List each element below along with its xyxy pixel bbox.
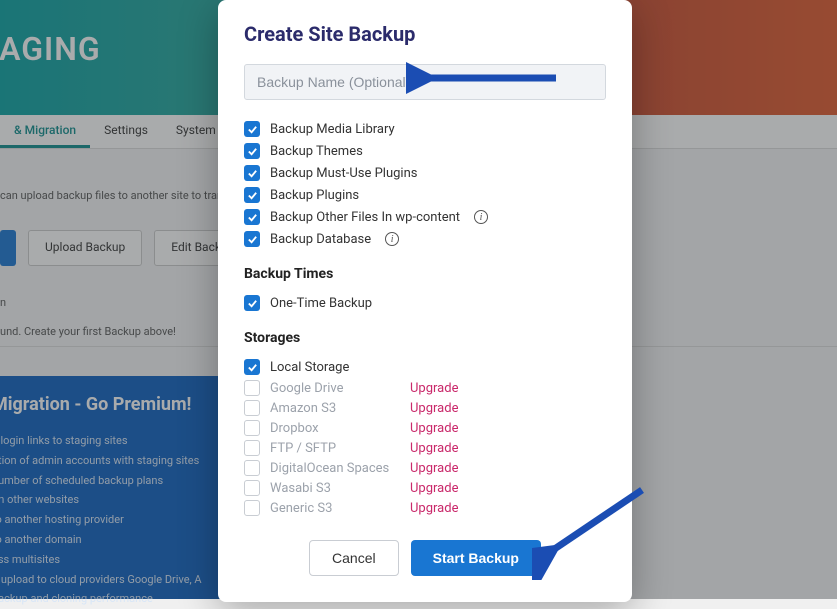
- check-label: Backup Other Files In wp-content: [270, 210, 460, 225]
- checkbox-icon: [244, 440, 260, 456]
- backup-times-heading: Backup Times: [244, 266, 606, 282]
- upgrade-link[interactable]: Upgrade: [410, 481, 458, 496]
- check-plugins[interactable]: Backup Plugins: [244, 184, 606, 206]
- check-label: One-Time Backup: [270, 296, 372, 311]
- checkbox-icon: [244, 480, 260, 496]
- upgrade-link[interactable]: Upgrade: [410, 381, 458, 396]
- check-other-files[interactable]: Backup Other Files In wp-content i: [244, 206, 606, 228]
- storage-amazon-s3: Amazon S3 Upgrade: [244, 398, 606, 418]
- checkbox-icon: [244, 187, 260, 203]
- check-label: Backup Plugins: [270, 188, 359, 203]
- backup-name-input[interactable]: [244, 64, 606, 100]
- check-local-storage[interactable]: Local Storage: [244, 356, 606, 378]
- start-backup-button[interactable]: Start Backup: [411, 540, 541, 576]
- checkbox-icon: [244, 359, 260, 375]
- checkbox-icon: [244, 400, 260, 416]
- checkbox-icon: [244, 231, 260, 247]
- checkbox-icon: [244, 143, 260, 159]
- modal-title: Create Site Backup: [244, 22, 606, 46]
- check-one-time[interactable]: One-Time Backup: [244, 292, 606, 314]
- storage-label: Google Drive: [270, 381, 400, 396]
- check-themes[interactable]: Backup Themes: [244, 140, 606, 162]
- storage-label: FTP / SFTP: [270, 441, 400, 456]
- check-label: Backup Themes: [270, 144, 363, 159]
- check-database[interactable]: Backup Database i: [244, 228, 606, 250]
- upgrade-link[interactable]: Upgrade: [410, 401, 458, 416]
- checkbox-icon: [244, 380, 260, 396]
- info-icon[interactable]: i: [474, 210, 488, 224]
- storage-google-drive: Google Drive Upgrade: [244, 378, 606, 398]
- storage-ftp-sftp: FTP / SFTP Upgrade: [244, 438, 606, 458]
- checkbox-icon: [244, 500, 260, 516]
- checkbox-icon: [244, 165, 260, 181]
- upgrade-link[interactable]: Upgrade: [410, 501, 458, 516]
- check-label: Backup Must-Use Plugins: [270, 166, 417, 181]
- storage-digitalocean: DigitalOcean Spaces Upgrade: [244, 458, 606, 478]
- storage-wasabi: Wasabi S3 Upgrade: [244, 478, 606, 498]
- storage-label: Dropbox: [270, 421, 400, 436]
- create-backup-modal: Create Site Backup Backup Media Library …: [218, 0, 632, 602]
- info-icon[interactable]: i: [385, 232, 399, 246]
- cancel-button[interactable]: Cancel: [309, 540, 399, 576]
- checkbox-icon: [244, 295, 260, 311]
- storage-label: Wasabi S3: [270, 481, 400, 496]
- check-label: Local Storage: [270, 360, 400, 375]
- modal-actions: Cancel Start Backup: [244, 540, 606, 576]
- storage-generic-s3: Generic S3 Upgrade: [244, 498, 606, 518]
- check-label: Backup Database: [270, 232, 371, 247]
- checkbox-icon: [244, 209, 260, 225]
- checkbox-icon: [244, 460, 260, 476]
- storage-dropbox: Dropbox Upgrade: [244, 418, 606, 438]
- checkbox-icon: [244, 420, 260, 436]
- upgrade-link[interactable]: Upgrade: [410, 421, 458, 436]
- check-media-library[interactable]: Backup Media Library: [244, 118, 606, 140]
- upgrade-link[interactable]: Upgrade: [410, 441, 458, 456]
- storages-heading: Storages: [244, 330, 606, 346]
- checkbox-icon: [244, 121, 260, 137]
- check-mu-plugins[interactable]: Backup Must-Use Plugins: [244, 162, 606, 184]
- storage-label: DigitalOcean Spaces: [270, 461, 400, 476]
- check-label: Backup Media Library: [270, 122, 395, 137]
- storage-label: Generic S3: [270, 501, 400, 516]
- upgrade-link[interactable]: Upgrade: [410, 461, 458, 476]
- storage-label: Amazon S3: [270, 401, 400, 416]
